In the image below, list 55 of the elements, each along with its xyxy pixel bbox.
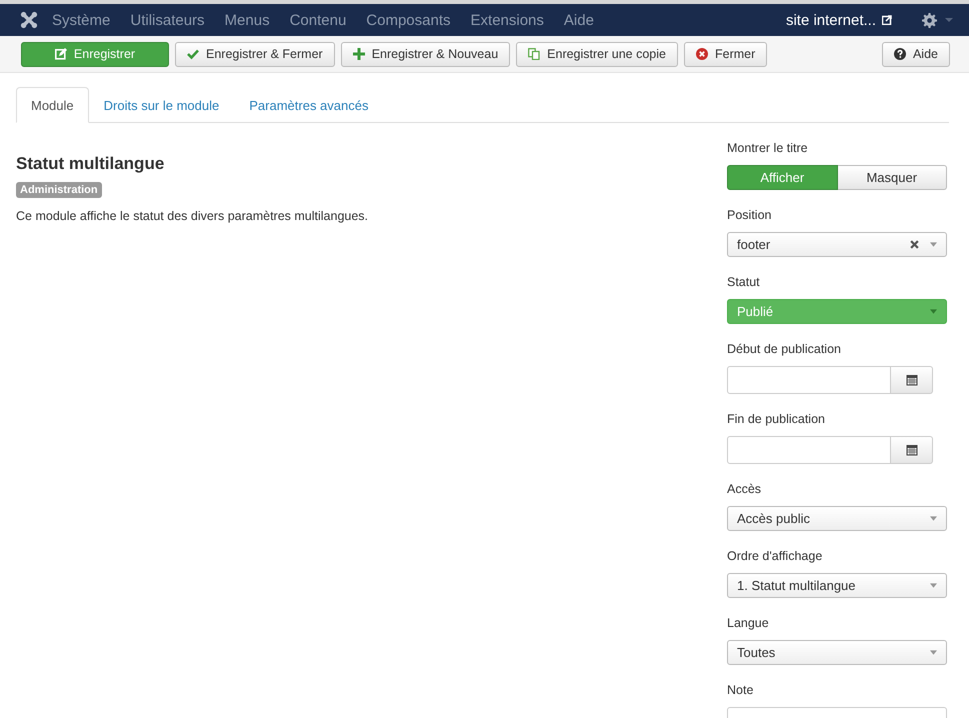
toolbar-button[interactable]: Enregistrer & Fermer [175, 42, 335, 66]
close-button[interactable]: Fermer [684, 42, 768, 66]
clear-icon[interactable] [910, 240, 919, 249]
help-button[interactable]: Aide [882, 42, 950, 66]
nav-menu-item[interactable]: Système [52, 12, 110, 28]
tab[interactable]: Droits sur le module [88, 87, 234, 123]
calendar-icon [906, 444, 918, 456]
client-badge: Administration [16, 182, 102, 198]
dropdown[interactable]: Toutes [727, 640, 947, 665]
nav-menu-item[interactable]: Utilisateurs [130, 12, 205, 28]
toggle-option[interactable]: Masquer [838, 165, 947, 190]
external-link-icon [882, 15, 892, 25]
dropdown[interactable]: Accès public [727, 506, 947, 531]
nav-menu-item[interactable]: Extensions [470, 12, 544, 28]
caret-icon [930, 309, 937, 314]
module-description: Ce module affiche le statut des divers paramètres multilangues. [16, 209, 368, 223]
close-icon [696, 48, 708, 60]
tab[interactable]: Paramètres avancés [234, 87, 384, 123]
field-label: Statut [727, 275, 760, 289]
caret-icon [930, 516, 937, 521]
tab[interactable]: Module [16, 87, 89, 123]
field-label: Début de publication [727, 342, 841, 356]
calendar-button[interactable] [891, 436, 933, 464]
dropdown[interactable]: 1. Statut multilangue [727, 573, 947, 598]
module-title: Statut multilangue [16, 153, 164, 174]
calendar-icon [906, 374, 918, 386]
field-label: Position [727, 208, 772, 222]
caret-icon [930, 650, 937, 655]
edit-icon [54, 48, 67, 60]
toolbar-button[interactable]: Enregistrer & Nouveau [340, 42, 510, 66]
field-label: Accès [727, 482, 762, 496]
field-label: Ordre d'affichage [727, 549, 822, 563]
settings-icon[interactable] [922, 12, 937, 28]
field-label: Langue [727, 616, 769, 630]
copy-icon [528, 48, 540, 60]
nav-menu-item[interactable]: Contenu [290, 12, 346, 28]
toolbar-button[interactable]: Enregistrer une copie [516, 42, 678, 66]
check-icon [187, 48, 199, 60]
plus-icon [352, 48, 365, 60]
caret-icon [930, 583, 937, 588]
logo-icon[interactable] [20, 11, 38, 29]
field-label: Fin de publication [727, 412, 825, 426]
date-field[interactable] [727, 366, 891, 394]
nav-menu-item[interactable]: Composants [366, 12, 451, 28]
caret-icon [945, 18, 953, 22]
dropdown[interactable]: footer [727, 232, 947, 257]
field-label: Note [727, 683, 754, 697]
nav-menu-item[interactable]: Menus [224, 12, 270, 28]
help-icon [894, 48, 906, 60]
field-label: Montrer le titre [727, 141, 808, 155]
site-link[interactable]: site internet... [786, 12, 876, 28]
caret-icon [930, 242, 937, 247]
date-field[interactable] [727, 436, 891, 464]
nav-menu-item[interactable]: Aide [564, 12, 594, 28]
calendar-button[interactable] [891, 366, 933, 394]
